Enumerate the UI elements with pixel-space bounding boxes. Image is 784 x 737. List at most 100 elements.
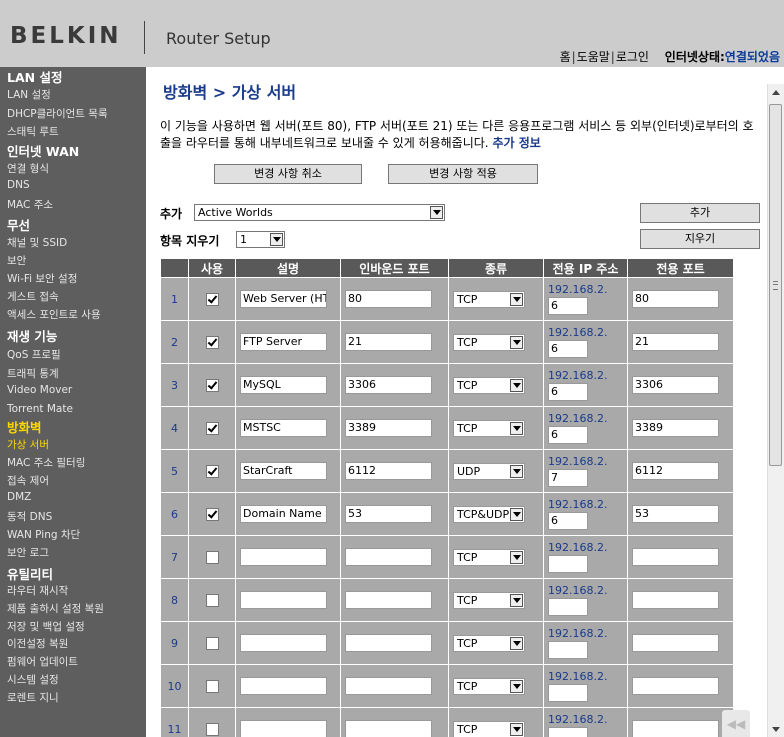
sidebar-item[interactable]: DHCP클라이언트 목록 — [7, 106, 108, 121]
sidebar-item[interactable]: 트래픽 통계 — [7, 366, 59, 381]
sidebar-section-5[interactable]: 유틸리티 — [7, 564, 53, 583]
sidebar-item[interactable]: 연결 형식 — [7, 161, 49, 176]
sidebar-item[interactable]: 시스템 설정 — [7, 672, 59, 687]
sidebar-item[interactable]: QoS 프로필 — [7, 347, 61, 362]
more-info-link[interactable]: 추가 정보 — [492, 136, 540, 150]
enable-checkbox[interactable] — [205, 636, 219, 650]
ip-last-octet-input[interactable]: 6 — [548, 340, 588, 358]
inbound-port-input[interactable] — [345, 720, 432, 737]
description-input[interactable] — [240, 720, 327, 737]
inbound-port-input[interactable]: 80 — [345, 290, 432, 308]
sidebar-item[interactable]: 저장 및 백업 설정 — [7, 619, 85, 634]
delete-button[interactable]: 지우기 — [640, 229, 760, 249]
ip-last-octet-input[interactable] — [548, 598, 588, 616]
private-port-input[interactable] — [632, 634, 719, 652]
sidebar-item[interactable]: 게스트 접속 — [7, 289, 59, 304]
private-port-input[interactable] — [632, 677, 719, 695]
description-input[interactable] — [240, 591, 327, 609]
ip-last-octet-input[interactable]: 7 — [548, 469, 588, 487]
enable-checkbox[interactable] — [205, 335, 219, 349]
inbound-port-input[interactable] — [345, 591, 432, 609]
sidebar-section-2[interactable]: 무선 — [7, 215, 30, 234]
enable-checkbox[interactable] — [205, 593, 219, 607]
sidebar-item[interactable]: 가상 서버 — [7, 437, 49, 452]
description-input[interactable]: StarCraft — [240, 462, 327, 480]
private-port-input[interactable]: 53 — [632, 505, 719, 523]
private-port-input[interactable]: 6112 — [632, 462, 719, 480]
enable-checkbox[interactable] — [205, 722, 219, 736]
private-port-input[interactable]: 3389 — [632, 419, 719, 437]
ip-last-octet-input[interactable]: 6 — [548, 297, 588, 315]
description-input[interactable] — [240, 677, 327, 695]
apply-changes-button[interactable]: 변경 사항 적용 — [388, 164, 538, 184]
ip-last-octet-input[interactable]: 6 — [548, 383, 588, 401]
inbound-port-input[interactable]: 53 — [345, 505, 432, 523]
nav-help-link[interactable]: 도움말 — [577, 50, 610, 64]
private-port-input[interactable] — [632, 720, 719, 737]
description-input[interactable]: MySQL — [240, 376, 327, 394]
sidebar-item[interactable]: 이전설정 복원 — [7, 636, 68, 651]
inbound-port-input[interactable]: 3306 — [345, 376, 432, 394]
sidebar-item[interactable]: DNS — [7, 179, 30, 191]
add-service-select[interactable]: Active Worlds — [194, 204, 445, 221]
protocol-select[interactable]: UDP — [453, 462, 525, 480]
private-port-input[interactable]: 3306 — [632, 376, 719, 394]
sidebar-item[interactable]: 스태틱 루트 — [7, 124, 59, 139]
private-port-input[interactable]: 80 — [632, 290, 719, 308]
sidebar-item[interactable]: 로렌트 지니 — [7, 690, 59, 705]
protocol-select[interactable]: TCP — [453, 376, 525, 394]
protocol-select[interactable]: TCP&UDP — [453, 505, 525, 523]
enable-checkbox[interactable] — [205, 550, 219, 564]
private-port-input[interactable]: 21 — [632, 333, 719, 351]
sidebar-item[interactable]: LAN 설정 — [7, 87, 51, 102]
inbound-port-input[interactable]: 21 — [345, 333, 432, 351]
sidebar-item[interactable]: 동적 DNS — [7, 509, 52, 524]
description-input[interactable] — [240, 634, 327, 652]
ip-last-octet-input[interactable] — [548, 641, 588, 659]
sidebar-item[interactable]: 액세스 포인트로 사용 — [7, 307, 101, 322]
protocol-select[interactable]: TCP — [453, 290, 525, 308]
private-port-input[interactable] — [632, 548, 719, 566]
enable-checkbox[interactable] — [205, 464, 219, 478]
ip-last-octet-input[interactable] — [548, 684, 588, 702]
sidebar-item[interactable]: Wi-Fi 보안 설정 — [7, 271, 77, 286]
protocol-select[interactable]: TCP — [453, 548, 525, 566]
scroll-down-icon[interactable] — [770, 723, 782, 735]
vertical-scrollbar[interactable] — [767, 84, 784, 737]
sidebar-item[interactable]: DMZ — [7, 491, 31, 503]
sidebar-item[interactable]: Torrent Mate — [7, 403, 73, 415]
sidebar-item[interactable]: 채널 및 SSID — [7, 235, 67, 250]
description-input[interactable]: Domain Name Ser — [240, 505, 327, 523]
sidebar-item[interactable]: Video Mover — [7, 384, 72, 396]
enable-checkbox[interactable] — [205, 679, 219, 693]
delete-entry-select[interactable]: 1 — [236, 231, 285, 248]
nav-home-link[interactable]: 홈 — [560, 50, 571, 64]
sidebar-item[interactable]: 보안 — [7, 253, 26, 268]
sidebar-section-1[interactable]: 인터넷 WAN — [7, 141, 79, 160]
ip-last-octet-input[interactable] — [548, 555, 588, 573]
sidebar-section-0[interactable]: LAN 설정 — [7, 67, 62, 86]
nav-login-link[interactable]: 로그인 — [616, 50, 649, 64]
scroll-up-icon[interactable] — [770, 86, 782, 98]
protocol-select[interactable]: TCP — [453, 677, 525, 695]
protocol-select[interactable]: TCP — [453, 591, 525, 609]
protocol-select[interactable]: TCP — [453, 333, 525, 351]
private-port-input[interactable] — [632, 591, 719, 609]
cancel-changes-button[interactable]: 변경 사항 취소 — [214, 164, 362, 184]
sidebar-item[interactable]: 펌웨어 업데이트 — [7, 654, 78, 669]
inbound-port-input[interactable] — [345, 634, 432, 652]
sidebar-section-3[interactable]: 재생 기능 — [7, 326, 57, 345]
sidebar-section-4[interactable]: 방화벽 — [7, 417, 42, 436]
rewind-icon[interactable]: ◀◀ — [722, 710, 750, 737]
protocol-select[interactable]: TCP — [453, 419, 525, 437]
sidebar-item[interactable]: 보안 로그 — [7, 545, 49, 560]
description-input[interactable] — [240, 548, 327, 566]
sidebar-item[interactable]: MAC 주소 — [7, 197, 53, 212]
ip-last-octet-input[interactable]: 6 — [548, 512, 588, 530]
sidebar-item[interactable]: WAN Ping 차단 — [7, 527, 80, 542]
enable-checkbox[interactable] — [205, 507, 219, 521]
description-input[interactable]: MSTSC — [240, 419, 327, 437]
inbound-port-input[interactable] — [345, 548, 432, 566]
description-input[interactable]: Web Server (HTT — [240, 290, 327, 308]
enable-checkbox[interactable] — [205, 378, 219, 392]
